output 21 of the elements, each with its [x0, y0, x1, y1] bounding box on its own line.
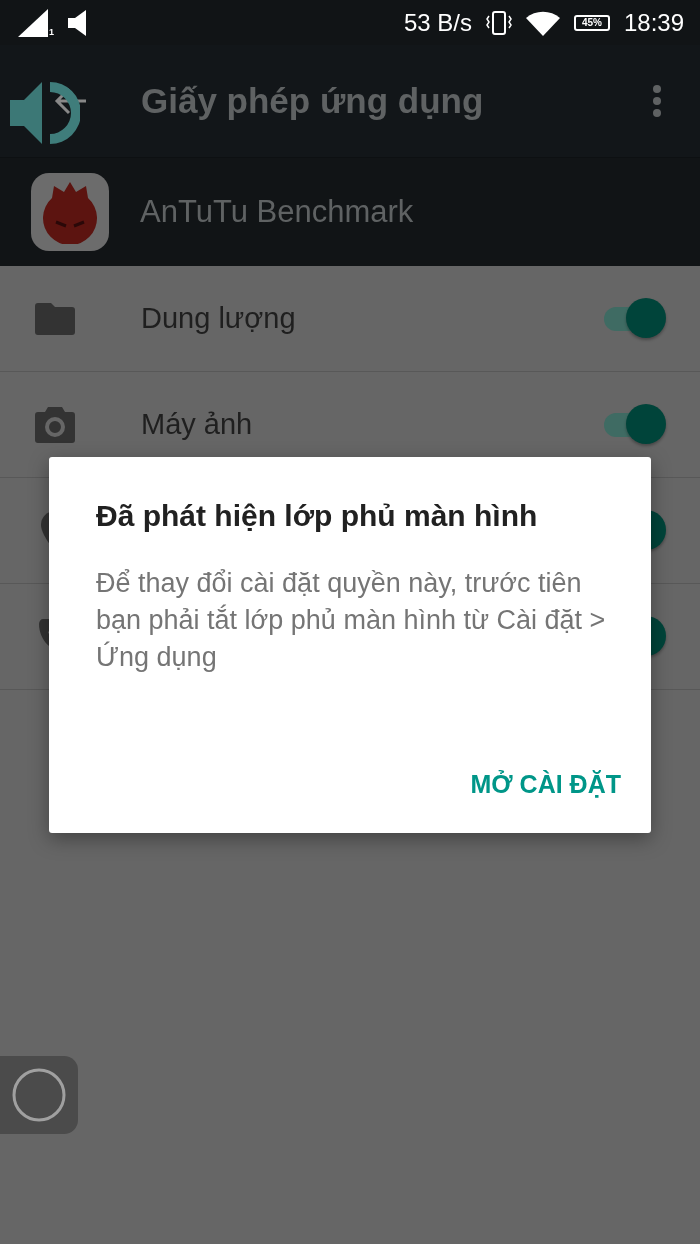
- sim-number: 1: [49, 27, 54, 37]
- dialog-message: Để thay đổi cài đặt quyền này, trước tiên bạn phải tắt lớp phủ màn hình từ Cài đặt > Ứng dụng: [96, 567, 606, 674]
- network-speed: 53 B/s: [403, 8, 472, 37]
- vibrate-icon: [485, 9, 512, 36]
- toolbar-title: Giấy phép ứng dụng: [141, 81, 485, 121]
- open-settings-button[interactable]: MỞ CÀI ĐẶT: [470, 764, 621, 805]
- permission-label: Máy ảnh: [141, 408, 254, 441]
- ring-icon: [12, 1068, 66, 1122]
- clock: 18:39: [623, 8, 684, 37]
- camera-icon: [34, 406, 75, 443]
- volume-icon: [68, 9, 88, 36]
- battery-icon: 45%: [573, 14, 610, 31]
- folder-icon: [34, 302, 75, 335]
- more-options-icon[interactable]: [652, 84, 662, 118]
- wifi-icon: [525, 9, 560, 36]
- dialog-title: Đã phát hiện lớp phủ màn hình: [96, 499, 539, 533]
- app-icon: [31, 173, 109, 251]
- signal-icon: [18, 8, 48, 37]
- permission-label: Dung lượng: [141, 302, 297, 335]
- app-name: AnTuTu Benchmark: [140, 194, 414, 230]
- floating-button[interactable]: [0, 1056, 78, 1134]
